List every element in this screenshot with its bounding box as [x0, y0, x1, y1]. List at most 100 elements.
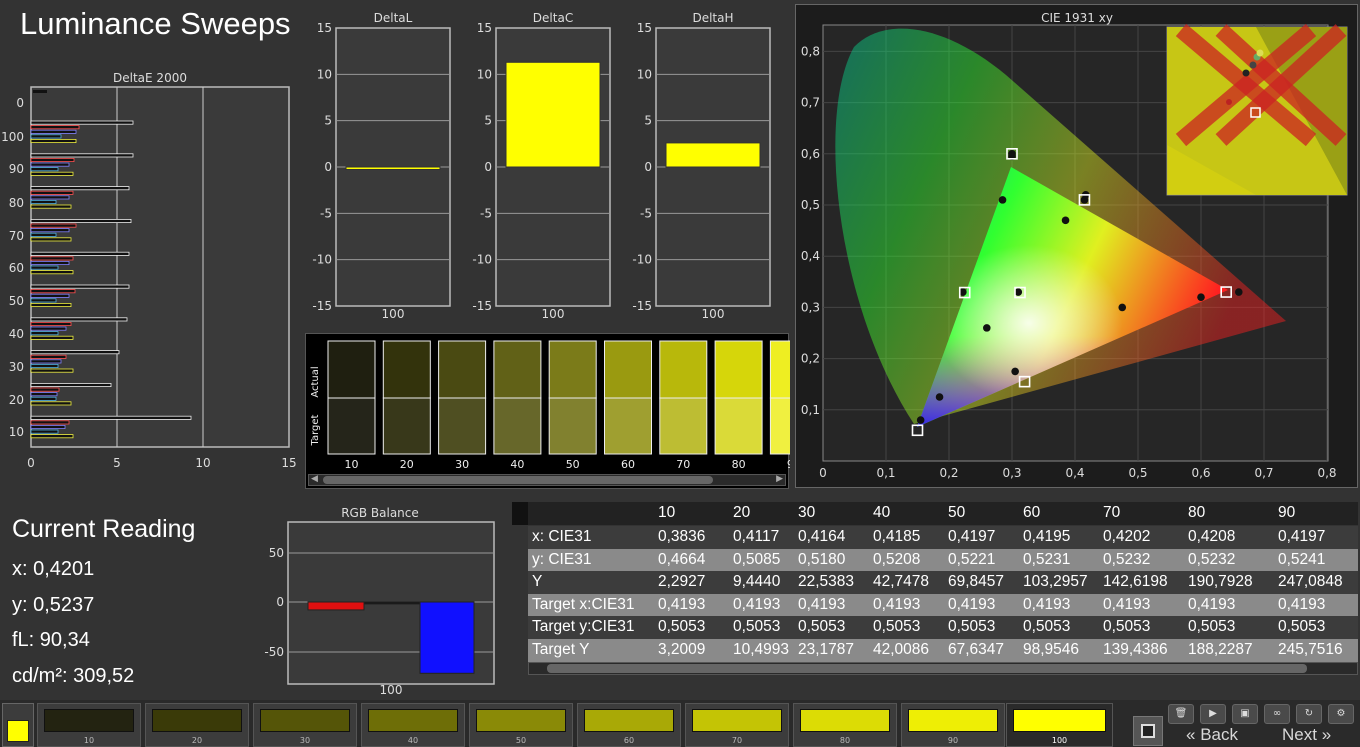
deltae-bar	[30, 162, 70, 167]
deltae-ytick: 60	[9, 261, 24, 275]
cie-xtick: 0,4	[1065, 466, 1084, 480]
table-cell: 0,4193	[948, 595, 996, 613]
deltae-bar	[30, 153, 134, 158]
patch-scrollbar-thumb[interactable]	[323, 476, 713, 484]
patch-target	[327, 397, 376, 455]
cie-ytick: 0,7	[801, 96, 820, 110]
cie-title: CIE 1931 xy	[1041, 11, 1113, 25]
cie-point	[1118, 303, 1127, 312]
swatch-label: 70	[731, 736, 743, 745]
deltae-xtick: 5	[113, 456, 121, 470]
table-row: Y 2,2927 9,4440 22,5383 42,7478 69,8457 103,29…	[528, 571, 1358, 594]
table-cell: 0,4664	[658, 550, 706, 568]
delta-ytick: -15	[472, 299, 492, 313]
color-swatch-button[interactable]: 30	[253, 703, 357, 747]
table-row-label: Target x:CIE31	[532, 595, 635, 613]
table-header-row: 10 20 30 40 50 60 70 80 90	[512, 502, 1358, 525]
table-cell: 0,4197	[1278, 528, 1326, 545]
cie-xtick: 0,1	[876, 466, 895, 480]
delta-xlabel: 100	[382, 307, 405, 321]
deltae-bar	[30, 420, 70, 425]
deltae-bar	[30, 363, 59, 368]
cie-point	[1061, 216, 1070, 225]
table-scrollbar-thumb[interactable]	[547, 664, 1307, 673]
cie-xtick: 0,3	[1002, 466, 1021, 480]
table-header-cell: 90	[1278, 504, 1296, 521]
swatch-label: 20	[191, 736, 203, 745]
swatch-label: 100	[1051, 736, 1068, 745]
next-button[interactable]: Next »	[1282, 725, 1331, 745]
deltae-ytick: 30	[9, 360, 24, 374]
delta-ytick: 10	[317, 67, 332, 81]
deltae-bar	[30, 190, 74, 195]
deltae-ytick: 100	[1, 130, 24, 144]
patch-label: 70	[676, 458, 690, 471]
color-swatch-button[interactable]: 20	[145, 703, 249, 747]
scroll-left-icon[interactable]: ◀	[311, 474, 318, 484]
delta-ytick: 15	[317, 21, 332, 35]
patch-scrollbar[interactable]: ◀ ▶	[308, 474, 786, 486]
delta-ytick: -10	[312, 253, 332, 267]
stop-button[interactable]	[1133, 716, 1163, 746]
cie-ytick: 0,3	[801, 300, 820, 314]
deltae-bar	[30, 270, 74, 275]
table-header-cell: 80	[1188, 504, 1206, 521]
play-icon[interactable]: ▶	[1200, 704, 1226, 724]
delta-ytick: 0	[644, 160, 652, 174]
deltae-bar	[30, 368, 74, 373]
cie-point	[983, 324, 991, 332]
table-row: Target x:CIE31 0,4193 0,4193 0,4193 0,4193 0,…	[528, 593, 1358, 617]
patch-label: 90	[787, 458, 790, 471]
table-header-cell: 10	[658, 504, 676, 521]
delta-ytick: -5	[320, 206, 332, 220]
deltae-bar	[30, 359, 62, 364]
delta-ytick: -15	[312, 299, 332, 313]
deltae-bar	[30, 387, 60, 392]
deltae-bar	[30, 125, 80, 130]
color-swatch-button[interactable]: 100	[1006, 703, 1113, 747]
trash-icon[interactable]: 🗑	[1168, 704, 1194, 724]
color-swatch-button[interactable]: 90	[901, 703, 1005, 747]
table-cell: 22,5383	[798, 573, 855, 591]
patch-label: 60	[621, 458, 635, 471]
table-scrollbar[interactable]	[528, 662, 1358, 675]
table-cell: 245,7516	[1278, 641, 1343, 658]
table-cell: 190,7928	[1188, 573, 1253, 591]
save-icon[interactable]: ▣	[1232, 704, 1258, 724]
swatch-label: 50	[515, 736, 527, 745]
table-cell: 0,5053	[948, 618, 996, 636]
color-swatch-button[interactable]: 60	[577, 703, 681, 747]
deltae-bar	[30, 218, 132, 223]
color-swatch-button[interactable]: 70	[685, 703, 789, 747]
back-button[interactable]: « Back	[1186, 725, 1238, 745]
rgb-bar-blue	[419, 601, 475, 674]
color-swatch-button[interactable]: 40	[361, 703, 465, 747]
deltae-bar	[30, 186, 130, 191]
color-swatch-button[interactable]: 10	[37, 703, 141, 747]
delta-ytick: 10	[637, 67, 652, 81]
rgb-balance-chart: RGB Balance 50 0 -50 100	[264, 506, 495, 697]
deltae-xtick: 15	[281, 456, 296, 470]
patch-actual	[548, 340, 597, 399]
table-cell: 23,1787	[798, 641, 855, 658]
table-cell: 0,4193	[1278, 595, 1326, 613]
deltae-title: DeltaE 2000	[113, 71, 187, 85]
deltae-bar	[30, 120, 134, 125]
delta-ytick: 5	[644, 114, 652, 128]
table-cell: 0,5221	[948, 550, 996, 568]
deltae-bar	[30, 167, 59, 172]
glasses-icon[interactable]: ∞	[1264, 704, 1290, 724]
table-cell: 142,6198	[1103, 573, 1168, 591]
color-swatch-button[interactable]: 50	[469, 703, 573, 747]
rgb-ytick: 50	[269, 546, 284, 560]
color-swatch-button[interactable]: 80	[793, 703, 897, 747]
scroll-right-icon[interactable]: ▶	[776, 474, 783, 484]
swatch-label: 90	[947, 736, 959, 745]
refresh-icon[interactable]: ↻	[1296, 704, 1322, 724]
table-cell: 0,3836	[658, 528, 706, 545]
swatch-label: 30	[299, 736, 311, 745]
patch-target	[382, 397, 431, 455]
table-cell: 0,4193	[873, 595, 921, 613]
settings-icon[interactable]: ⚙	[1328, 704, 1354, 724]
swatch-chip	[692, 709, 782, 732]
